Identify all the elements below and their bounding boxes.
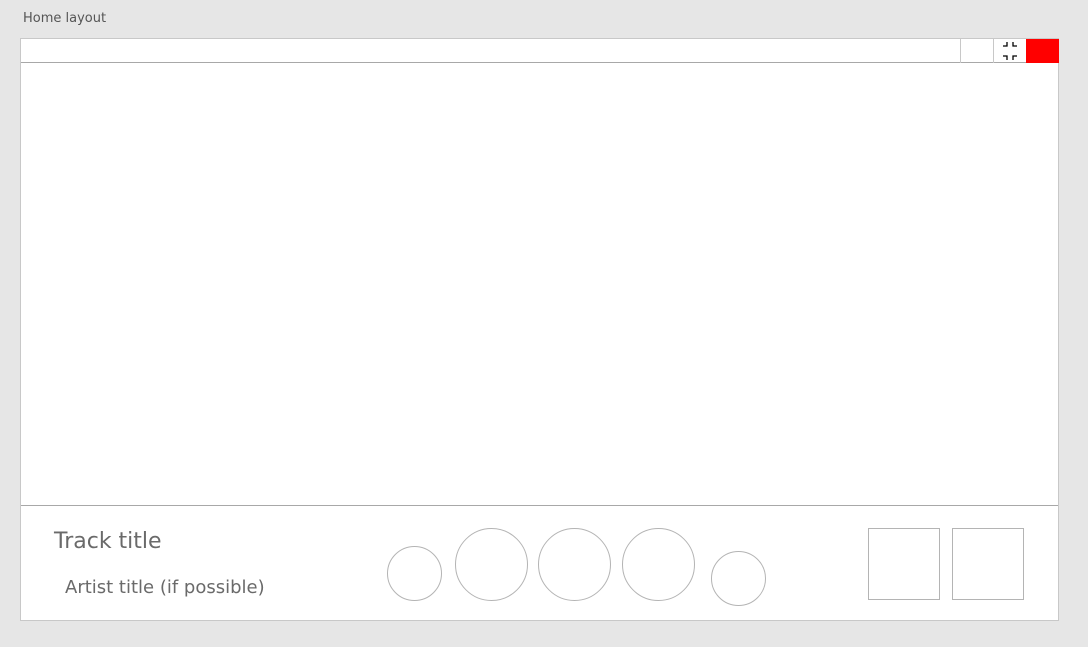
next-button[interactable]: [622, 528, 695, 601]
shuffle-button[interactable]: [387, 546, 442, 601]
play-pause-button[interactable]: [538, 528, 611, 601]
artist-title: Artist title (if possible): [65, 577, 265, 598]
previous-button[interactable]: [455, 528, 528, 601]
settings-button[interactable]: [952, 528, 1024, 600]
repeat-button[interactable]: [711, 551, 766, 606]
canvas-label: Home layout: [23, 11, 107, 26]
app-window: Track title Artist title (if possible): [20, 38, 1059, 621]
minimize-button[interactable]: [960, 39, 993, 63]
restore-button[interactable]: [993, 39, 1026, 63]
track-title: Track title: [54, 529, 162, 554]
close-button[interactable]: [1026, 39, 1059, 63]
restore-icon: [1003, 42, 1017, 60]
title-bar[interactable]: [21, 39, 1059, 63]
main-content-area: [21, 63, 1058, 505]
player-bar: Track title Artist title (if possible): [21, 505, 1058, 620]
queue-button[interactable]: [868, 528, 940, 600]
